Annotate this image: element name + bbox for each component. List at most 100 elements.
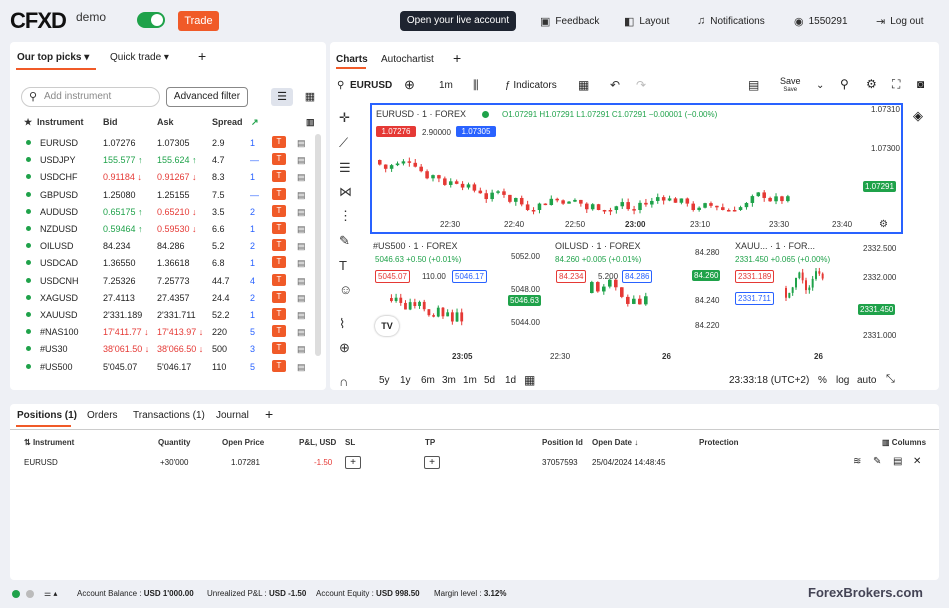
instrument-name[interactable]: GBPUSD <box>40 190 78 200</box>
trade-ticket-button[interactable]: T <box>272 342 286 355</box>
trade-ticket-button[interactable]: T <box>272 222 286 234</box>
compare-add-icon[interactable]: ⊕ <box>404 77 415 93</box>
instrument-info-icon[interactable]: ▤ <box>297 155 306 166</box>
camera-icon[interactable]: ◙ <box>917 77 924 91</box>
indicators-button[interactable]: ƒ Indicators <box>505 80 557 91</box>
instrument-row[interactable]: USDCHF 0.91184 ↓ 0.91267 ↓ 8.3 1 T ▤ <box>20 168 314 185</box>
chart-settings-icon[interactable]: ⚙ <box>866 77 877 91</box>
col-instrument[interactable]: Instrument <box>37 117 84 127</box>
instrument-name[interactable]: USDCAD <box>40 258 78 268</box>
trade-ticket-button[interactable]: T <box>272 153 286 166</box>
range-button[interactable]: 1d <box>505 375 516 386</box>
xauusd-sell-button[interactable]: 2331.189 <box>735 270 775 283</box>
layout-button[interactable]: ◧ Layout <box>624 15 669 28</box>
trade-ticket-button[interactable]: T <box>272 308 286 320</box>
instrument-info-icon[interactable]: ▤ <box>297 276 306 287</box>
tab-our-top-picks[interactable]: Our top picks ▾ <box>17 52 89 63</box>
emoji-icon[interactable]: ☺ <box>339 282 352 297</box>
instrument-info-icon[interactable]: ▤ <box>297 207 306 218</box>
advanced-filter-button[interactable]: Advanced filter <box>166 87 248 107</box>
instrument-row[interactable]: USDCAD 1.36550 1.36618 6.8 1 T ▤ <box>20 254 314 271</box>
instrument-row[interactable]: #US30 38'061.50 ↓ 38'066.50 ↓ 500 3 T ▤ <box>20 340 314 357</box>
instrument-row[interactable]: XAGUSD 27.4113 27.4357 24.4 2 T ▤ <box>20 289 314 306</box>
pos-col-pnl[interactable]: P&L, USD <box>299 438 336 447</box>
instrument-row[interactable]: NZDUSD 0.59464 ↑ 0.59530 ↓ 6.6 1 T ▤ <box>20 220 314 237</box>
instrument-name[interactable]: AUDUSD <box>40 207 78 217</box>
add-chart-tab-button[interactable]: + <box>453 50 461 66</box>
range-button[interactable]: 5y <box>379 375 390 386</box>
trade-ticket-button[interactable]: T <box>272 290 286 303</box>
instrument-row[interactable]: USDCNH 7.25326 7.25773 44.7 4 T ▤ <box>20 272 314 289</box>
instrument-info-icon[interactable]: ▤ <box>297 241 306 252</box>
pos-col-open-price[interactable]: Open Price <box>222 438 264 447</box>
instrument-info-icon[interactable]: ▤ <box>297 344 306 355</box>
list-view-icon[interactable]: ☰ <box>271 88 293 106</box>
main-chart-canvas[interactable] <box>372 105 901 232</box>
expand-icon[interactable]: ⤡ <box>886 373 895 386</box>
instrument-row[interactable]: AUDUSD 0.65175 ↑ 0.65210 ↓ 3.5 2 T ▤ <box>20 203 314 220</box>
chart-xauusd[interactable]: XAUU... · 1 · FOR... 2331.450 +0.065 (+0… <box>730 238 906 362</box>
instrument-row[interactable]: OILUSD 84.234 84.286 5.2 2 T ▤ <box>20 237 314 254</box>
ruler-icon[interactable]: ⌇ <box>339 316 345 332</box>
instrument-name[interactable]: #NAS100 <box>40 327 79 337</box>
trade-ticket-button[interactable]: T <box>272 187 286 200</box>
instrument-name[interactable]: OILUSD <box>40 241 74 251</box>
zoom-in-icon[interactable]: ⊕ <box>339 340 350 356</box>
range-button[interactable]: 5d <box>484 375 495 386</box>
undo-icon[interactable]: ↶ <box>610 78 620 92</box>
redo-icon[interactable]: ↷ <box>636 78 646 92</box>
xauusd-buy-button[interactable]: 2331.711 <box>735 292 774 305</box>
tradingview-logo[interactable]: TV <box>375 316 399 336</box>
tab-positions[interactable]: Positions (1) <box>17 410 77 421</box>
columns-button[interactable]: ▥ Columns <box>882 438 926 447</box>
chart-symbol[interactable]: EURUSD <box>350 80 392 91</box>
main-chart-eurusd[interactable]: EURUSD · 1 · FOREX O1.07291 H1.07291 L1.… <box>370 103 903 234</box>
instrument-info-icon[interactable]: ▤ <box>297 327 306 338</box>
date-range-icon[interactable]: ▦ <box>524 373 535 387</box>
instrument-info-icon[interactable]: ▤ <box>297 258 306 269</box>
crosshair-icon[interactable]: ✛ <box>339 110 350 126</box>
instrument-name[interactable]: EURUSD <box>40 138 78 148</box>
pos-col-instrument[interactable]: ⇅ Instrument <box>24 438 74 447</box>
range-button[interactable]: 3m <box>442 375 456 386</box>
instrument-name[interactable]: XAUUSD <box>40 310 78 320</box>
instrument-row[interactable]: USDJPY 155.577 ↑ 155.624 ↑ 4.7 — T ▤ <box>20 151 314 168</box>
position-instrument[interactable]: EURUSD <box>24 458 58 467</box>
candle-type-icon[interactable]: ⫼ <box>473 78 479 93</box>
search-instrument-input[interactable]: Add instrument <box>21 87 160 107</box>
text-tool-icon[interactable]: T <box>339 258 347 273</box>
instrument-info-icon[interactable]: ▤ <box>297 293 306 304</box>
instrument-row[interactable]: GBPUSD 1.25080 1.25155 7.5 — T ▤ <box>20 186 314 203</box>
instrument-info-icon[interactable]: ▤ <box>297 172 306 183</box>
instrument-info-icon[interactable]: ▤ <box>297 190 306 201</box>
symbol-search-icon[interactable]: ⚲ <box>337 80 344 91</box>
quick-search-icon[interactable]: ⚲ <box>840 77 849 91</box>
instrument-info-icon[interactable]: ▤ <box>297 138 306 149</box>
trade-ticket-button[interactable]: T <box>272 256 286 269</box>
chart-us500[interactable]: #US500 · 1 · FOREX 5046.63 +0.50 (+0.01%… <box>370 238 546 362</box>
layout-select-icon[interactable]: ▤ <box>748 78 759 92</box>
favorite-star-icon[interactable]: ★ <box>24 117 32 128</box>
tab-orders[interactable]: Orders <box>87 410 118 421</box>
add-take-profit-button[interactable]: + <box>424 456 440 469</box>
sell-price-button[interactable]: 1.07276 <box>376 126 416 137</box>
instrument-row[interactable]: #US500 5'045.07 5'046.17 110 5 T ▤ <box>20 358 314 375</box>
instrument-info-icon[interactable]: ▤ <box>297 224 306 235</box>
instrument-info-icon[interactable]: ▤ <box>297 310 306 321</box>
list-scrollbar[interactable] <box>315 134 321 356</box>
log-scale-button[interactable]: log <box>836 375 849 386</box>
trade-ticket-button[interactable]: T <box>272 136 286 148</box>
trade-button[interactable]: Trade <box>178 11 219 31</box>
instrument-info-icon[interactable]: ▤ <box>297 362 306 373</box>
percent-scale-button[interactable]: % <box>818 375 827 386</box>
chart-oilusd[interactable]: OILUSD · 1 · FOREX 84.260 +0.005 (+0.01%… <box>550 238 726 362</box>
pos-col-tp[interactable]: TP <box>425 438 435 447</box>
auto-scale-button[interactable]: auto <box>857 375 876 386</box>
prediction-icon[interactable]: ⋮ <box>339 208 352 224</box>
oilusd-buy-button[interactable]: 84.286 <box>622 270 653 283</box>
us500-buy-button[interactable]: 5046.17 <box>452 270 487 283</box>
interval-selector[interactable]: 1m <box>439 80 453 91</box>
trade-ticket-button[interactable]: T <box>272 325 286 338</box>
details-icon[interactable]: ▤ <box>893 456 902 467</box>
trade-ticket-button[interactable]: T <box>272 273 286 286</box>
